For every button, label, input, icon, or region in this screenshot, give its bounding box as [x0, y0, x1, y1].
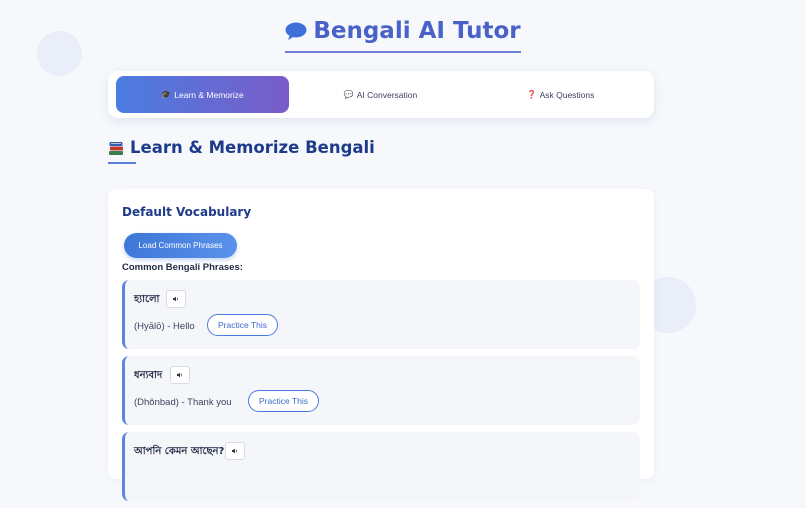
speak-button[interactable] — [225, 442, 245, 460]
phrases-label: Common Bengali Phrases: — [122, 262, 243, 273]
speaker-icon — [177, 372, 182, 378]
tab-learn-memorize[interactable]: 🎓 Learn & Memorize — [116, 76, 289, 113]
books-icon — [109, 141, 123, 155]
tab-label: AI Conversation — [356, 89, 418, 100]
bengali-word: হ্যালো — [134, 294, 160, 305]
speaker-icon — [232, 448, 237, 454]
phrase-item: হ্যালো (Hyālō) - Hello Practice This — [122, 280, 640, 349]
tab-label: Ask Questions — [539, 89, 595, 100]
phrase-item: ধন্যবাদ (Dhônbad) - Thank you Practice T… — [122, 356, 640, 425]
graduation-cap-icon: 🎓 — [161, 90, 172, 99]
phrase-meaning: (Hyālō) - Hello — [134, 321, 195, 332]
section-heading: Learn & Memorize Bengali — [108, 138, 375, 157]
bengali-word: আপনি কেমন আছেন? — [134, 446, 225, 457]
load-common-phrases-button[interactable]: Load Common Phrases — [124, 233, 237, 258]
app-header: Bengali AI Tutor — [0, 18, 806, 53]
card-title: Default Vocabulary — [122, 205, 252, 219]
phrase-list: হ্যালো (Hyālō) - Hello Practice This ধন্… — [122, 280, 640, 508]
phrase-meaning: (Dhônbad) - Thank you — [134, 397, 232, 408]
heading-underline — [108, 162, 136, 164]
tab-bar: 🎓 Learn & Memorize 💬 AI Conversation ❓ A… — [108, 71, 654, 118]
section-title: Learn & Memorize Bengali — [130, 138, 375, 157]
speak-button[interactable] — [166, 290, 186, 308]
speak-button[interactable] — [170, 366, 190, 384]
tab-ai-conversation[interactable]: 💬 AI Conversation — [303, 76, 458, 113]
vocabulary-card: Default Vocabulary Load Common Phrases C… — [108, 189, 654, 501]
question-mark-icon: ❓ — [526, 90, 537, 99]
practice-button[interactable]: Practice This — [207, 314, 278, 336]
chat-icon: 💬 — [343, 90, 354, 99]
bengali-word: ধন্যবাদ — [134, 370, 163, 381]
speaker-icon — [173, 296, 178, 302]
practice-button[interactable]: Practice This — [248, 390, 319, 412]
app-title: Bengali AI Tutor — [313, 18, 521, 44]
speech-bubble-icon — [285, 22, 307, 40]
tab-ask-questions[interactable]: ❓ Ask Questions — [483, 76, 638, 113]
tab-label: Learn & Memorize — [174, 89, 244, 100]
